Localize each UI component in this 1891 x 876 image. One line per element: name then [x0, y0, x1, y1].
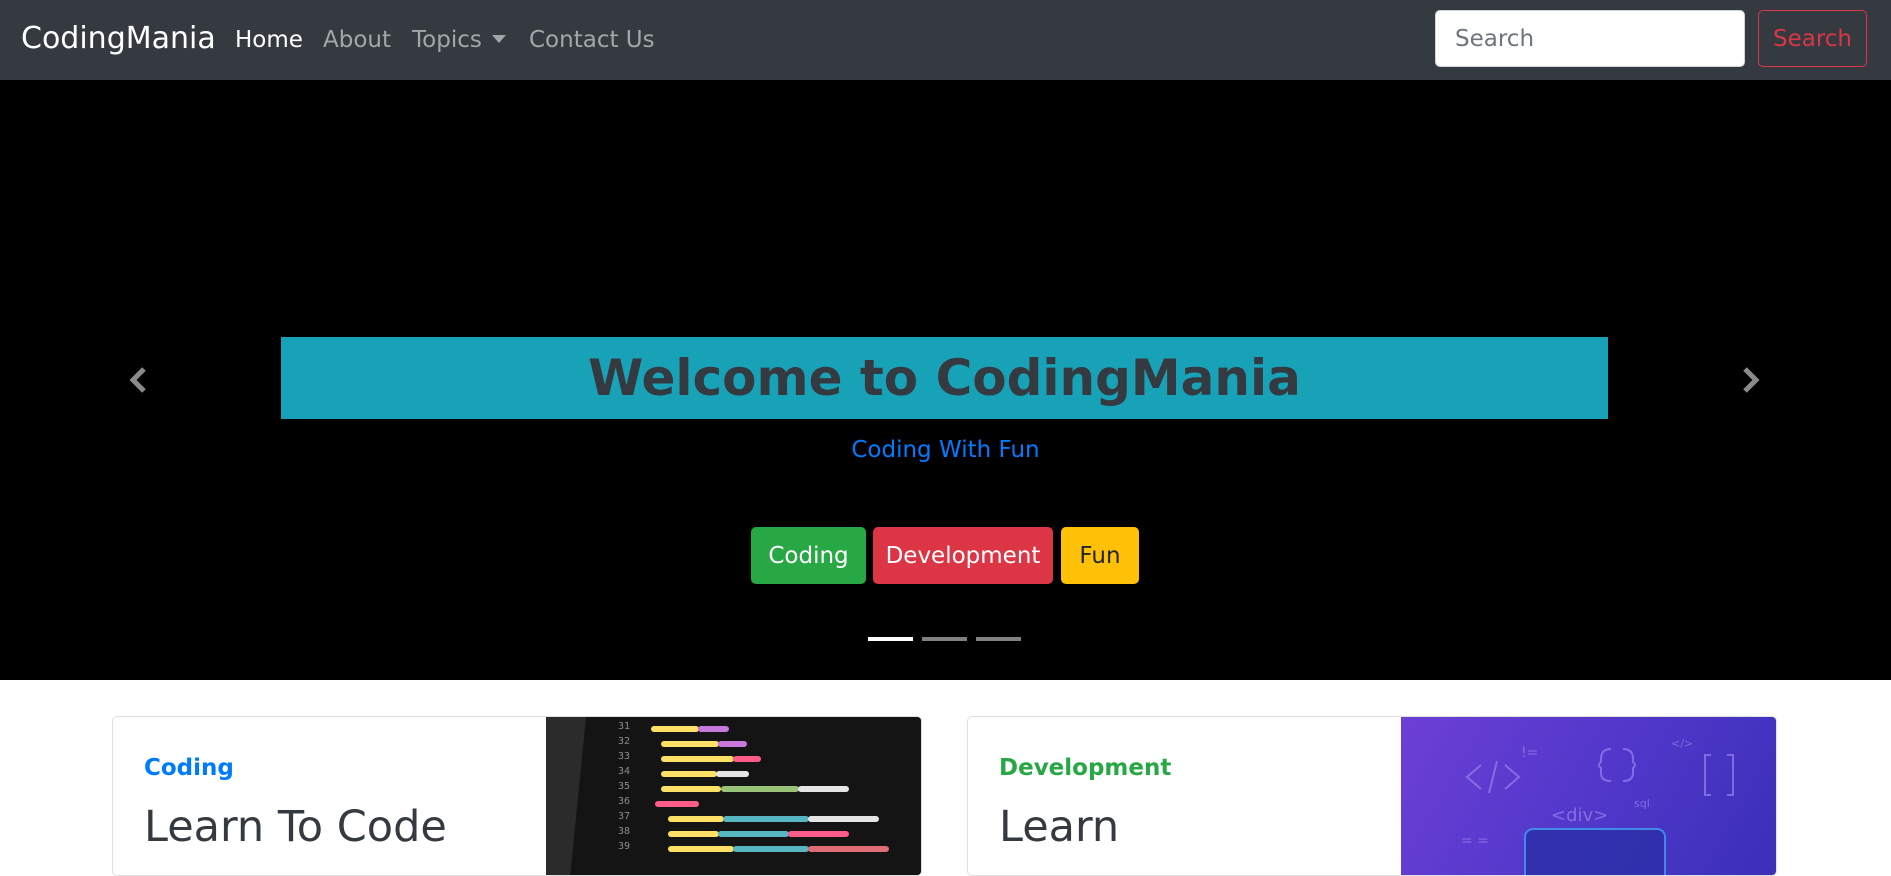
- svg-text:= =: = =: [1461, 833, 1489, 849]
- brand-logo[interactable]: CodingMania: [21, 18, 216, 60]
- svg-text:!=: !=: [1521, 745, 1538, 761]
- carousel-indicator-3[interactable]: [976, 637, 1021, 641]
- development-button[interactable]: Development: [873, 527, 1053, 584]
- svg-text:32: 32: [618, 736, 630, 747]
- hero-carousel: Welcome to CodingMania Coding With Fun C…: [0, 80, 1891, 680]
- card-heading: Learn To Code: [144, 802, 447, 852]
- svg-text:</>: </>: [1671, 737, 1693, 750]
- svg-text:33: 33: [618, 751, 630, 762]
- search-button[interactable]: Search: [1758, 10, 1867, 67]
- web-development-illustration: <div> != </> sql = =: [1401, 717, 1776, 875]
- fun-button[interactable]: Fun: [1061, 527, 1139, 584]
- code-screen-illustration: 31 32 33 34 35 36 37 38 39: [546, 717, 921, 875]
- svg-text:31: 31: [618, 721, 630, 732]
- nav-topics-label: Topics: [412, 27, 482, 53]
- svg-text:36: 36: [618, 796, 630, 807]
- card-heading: Learn: [999, 802, 1120, 852]
- carousel-next-button[interactable]: [1735, 365, 1765, 395]
- hero-subtitle: Coding With Fun: [851, 437, 1040, 463]
- nav-home[interactable]: Home: [235, 24, 303, 56]
- search-input[interactable]: [1435, 10, 1745, 67]
- carousel-indicator-2[interactable]: [922, 637, 967, 641]
- hero-title: Welcome to CodingMania: [281, 337, 1608, 419]
- card-category[interactable]: Development: [999, 752, 1171, 784]
- caret-down-icon: [491, 35, 506, 43]
- coding-button[interactable]: Coding: [751, 527, 866, 584]
- carousel-prev-button[interactable]: [124, 365, 154, 395]
- carousel-indicator-1[interactable]: [868, 637, 913, 641]
- svg-text:37: 37: [618, 811, 630, 822]
- card-category[interactable]: Coding: [144, 752, 234, 784]
- navbar: CodingMania Home About Topics Contact Us…: [0, 0, 1891, 80]
- svg-text:sql: sql: [1634, 797, 1650, 810]
- dev-symbols-illustration: <div> != </> sql = =: [1461, 737, 1734, 875]
- nav-contact[interactable]: Contact Us: [529, 24, 655, 56]
- svg-text:34: 34: [618, 766, 630, 777]
- svg-text:39: 39: [618, 841, 630, 852]
- chevron-right-icon: [1743, 367, 1760, 393]
- coding-card: Coding Learn To Code 31 32 33 34 35 36 37 38 3…: [112, 716, 922, 876]
- svg-text:38: 38: [618, 826, 630, 837]
- nav-topics-dropdown[interactable]: Topics: [412, 24, 506, 56]
- svg-text:35: 35: [618, 781, 630, 792]
- code-on-screen-image: 31 32 33 34 35 36 37 38 39: [546, 717, 921, 875]
- chevron-left-icon: [129, 367, 146, 393]
- development-card: Development Learn <div> != </> sql = =: [967, 716, 1777, 876]
- svg-text:<div>: <div>: [1551, 805, 1608, 826]
- nav-about[interactable]: About: [323, 24, 391, 56]
